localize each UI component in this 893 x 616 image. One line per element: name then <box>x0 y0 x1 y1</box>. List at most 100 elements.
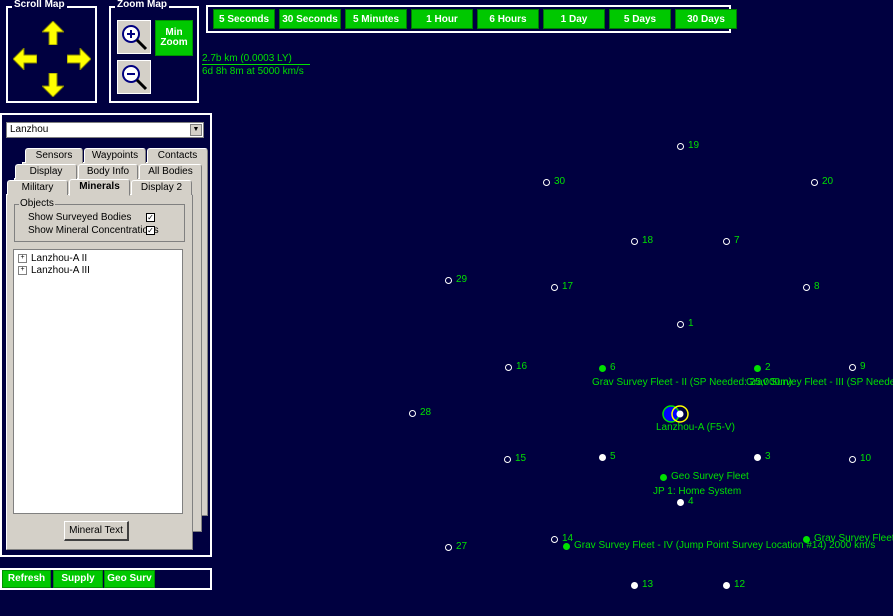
jump-point-marker[interactable] <box>445 544 452 551</box>
objects-group: Objects <box>14 198 185 242</box>
jump-point-marker[interactable] <box>504 456 511 463</box>
jump-point-marker[interactable] <box>811 179 818 186</box>
system-select[interactable]: Lanzhou ▼ <box>6 122 204 138</box>
tab-display-2[interactable]: Display 2 <box>131 180 192 195</box>
scale-travel-time: 6d 8h 8m at 5000 km/s <box>202 66 304 77</box>
fleet-marker[interactable] <box>660 474 667 481</box>
supply-button[interactable]: Supply <box>53 570 103 588</box>
time-button-5[interactable]: 1 Day <box>543 9 605 29</box>
jump-point-marker[interactable] <box>505 364 512 371</box>
scroll-map-title: Scroll Map <box>12 0 67 11</box>
jump-point-marker[interactable] <box>849 456 856 463</box>
show-mineral-concentrations-checkbox[interactable]: ✓ <box>146 226 155 235</box>
tab-sensors[interactable]: Sensors <box>25 148 83 163</box>
jump-point-label: 18 <box>642 235 654 246</box>
show-surveyed-bodies-label: Show Surveyed Bodies <box>28 212 132 223</box>
time-button-0[interactable]: 5 Seconds <box>213 9 275 29</box>
jump-point-label: 6 <box>610 362 616 373</box>
tab-all-bodies-label: All Bodies <box>148 166 193 177</box>
zoom-out-button[interactable] <box>117 60 151 94</box>
jump-point-marker[interactable] <box>754 454 761 461</box>
fleet-label: Geo Survey Fleet <box>671 471 749 482</box>
jump-point-marker[interactable] <box>849 364 856 371</box>
jump-point-marker[interactable] <box>677 143 684 150</box>
time-button-7[interactable]: 30 Days <box>675 9 737 29</box>
jump-point-marker[interactable] <box>677 499 684 506</box>
jump-point-label: 30 <box>554 176 566 187</box>
supply-label: Supply <box>61 573 95 584</box>
jump-point-marker[interactable] <box>754 365 761 372</box>
tab-minerals[interactable]: Minerals <box>69 179 130 196</box>
expand-icon[interactable]: + <box>18 265 27 275</box>
expand-icon[interactable]: + <box>18 253 27 263</box>
tab-contacts[interactable]: Contacts <box>147 148 208 163</box>
objects-group-title: Objects <box>19 198 55 210</box>
tree-item[interactable]: + Lanzhou-A III <box>18 265 90 276</box>
tab-body-info-label: Body Info <box>86 166 130 177</box>
refresh-button[interactable]: Refresh <box>2 570 51 588</box>
fleet-marker[interactable] <box>563 543 570 550</box>
jump-point-label: 5 <box>610 451 616 462</box>
time-button-3[interactable]: 1 Hour <box>411 9 473 29</box>
map-annotation: Lanzhou-A (F5-V) <box>656 422 735 433</box>
refresh-label: Refresh <box>7 573 46 584</box>
fleet-marker[interactable] <box>803 536 810 543</box>
jump-point-label: 20 <box>822 176 834 187</box>
tab-minerals-label: Minerals <box>79 181 120 192</box>
time-button-2[interactable]: 5 Minutes <box>345 9 407 29</box>
tab-contacts-label: Contacts <box>157 150 198 161</box>
jump-point-label: 8 <box>814 281 820 292</box>
jump-point-marker[interactable] <box>631 582 638 589</box>
tab-all-bodies[interactable]: All Bodies <box>139 164 202 179</box>
jump-point-marker[interactable] <box>677 321 684 328</box>
jump-point-marker[interactable] <box>551 536 558 543</box>
zoom-map-title: Zoom Map <box>115 0 169 11</box>
jump-point-label: 4 <box>688 496 694 507</box>
tab-waypoints[interactable]: Waypoints <box>84 148 146 163</box>
jump-point-label: 19 <box>688 140 700 151</box>
star-icon[interactable] <box>661 404 691 429</box>
jump-point-marker[interactable] <box>445 277 452 284</box>
scale-bar <box>202 64 310 65</box>
time-increment-panel: 5 Seconds 30 Seconds 5 Minutes 1 Hour 6 Hour… <box>206 5 737 33</box>
show-surveyed-bodies-checkbox[interactable]: ✓ <box>146 213 155 222</box>
scroll-right-arrow-icon[interactable] <box>66 46 91 71</box>
jump-point-marker[interactable] <box>631 238 638 245</box>
min-zoom-label: Min Zoom <box>160 27 188 48</box>
jump-point-label: 10 <box>860 453 872 464</box>
time-button-6[interactable]: 5 Days <box>609 9 671 29</box>
zoom-in-button[interactable] <box>117 20 151 54</box>
jump-point-marker[interactable] <box>803 284 810 291</box>
jump-point-marker[interactable] <box>599 365 606 372</box>
time-button-1[interactable]: 30 Seconds <box>279 9 341 29</box>
jump-point-marker[interactable] <box>543 179 550 186</box>
tree-item[interactable]: + Lanzhou-A II <box>18 253 87 264</box>
chevron-down-icon[interactable]: ▼ <box>190 124 202 136</box>
jump-point-marker[interactable] <box>409 410 416 417</box>
jump-point-marker[interactable] <box>599 454 606 461</box>
tab-display-label: Display <box>29 166 63 177</box>
jump-point-label: 7 <box>734 235 740 246</box>
tab-body-info[interactable]: Body Info <box>78 164 138 179</box>
tab-display[interactable]: Display <box>15 164 77 179</box>
jump-point-label: 9 <box>860 361 866 372</box>
time-button-4[interactable]: 6 Hours <box>477 9 539 29</box>
scroll-left-arrow-icon[interactable] <box>12 46 37 71</box>
zoom-map-panel: Zoom Map Min Zoom <box>109 0 199 103</box>
scroll-down-arrow-icon[interactable] <box>40 72 65 97</box>
jump-point-marker[interactable] <box>551 284 558 291</box>
scroll-map-panel: Scroll Map <box>6 0 97 103</box>
tab-military[interactable]: Military <box>7 180 68 195</box>
tree-item-label: Lanzhou-A II <box>31 253 88 264</box>
scroll-up-arrow-icon[interactable] <box>40 20 65 45</box>
zoom-in-icon <box>122 25 148 51</box>
show-mineral-concentrations-label: Show Mineral Concentrations <box>28 225 159 236</box>
mineral-tree[interactable]: + Lanzhou-A II + Lanzhou-A III <box>13 249 183 514</box>
jump-point-marker[interactable] <box>723 582 730 589</box>
tab-waypoints-label: Waypoints <box>91 150 139 161</box>
geo-surv-button[interactable]: Geo Surv <box>104 570 155 588</box>
min-zoom-button[interactable]: Min Zoom <box>155 20 193 56</box>
map-annotation: Grav Survey Fleet - II (SP Needed: 25,00… <box>592 377 792 388</box>
jump-point-marker[interactable] <box>723 238 730 245</box>
mineral-text-button[interactable]: Mineral Text <box>64 521 129 541</box>
